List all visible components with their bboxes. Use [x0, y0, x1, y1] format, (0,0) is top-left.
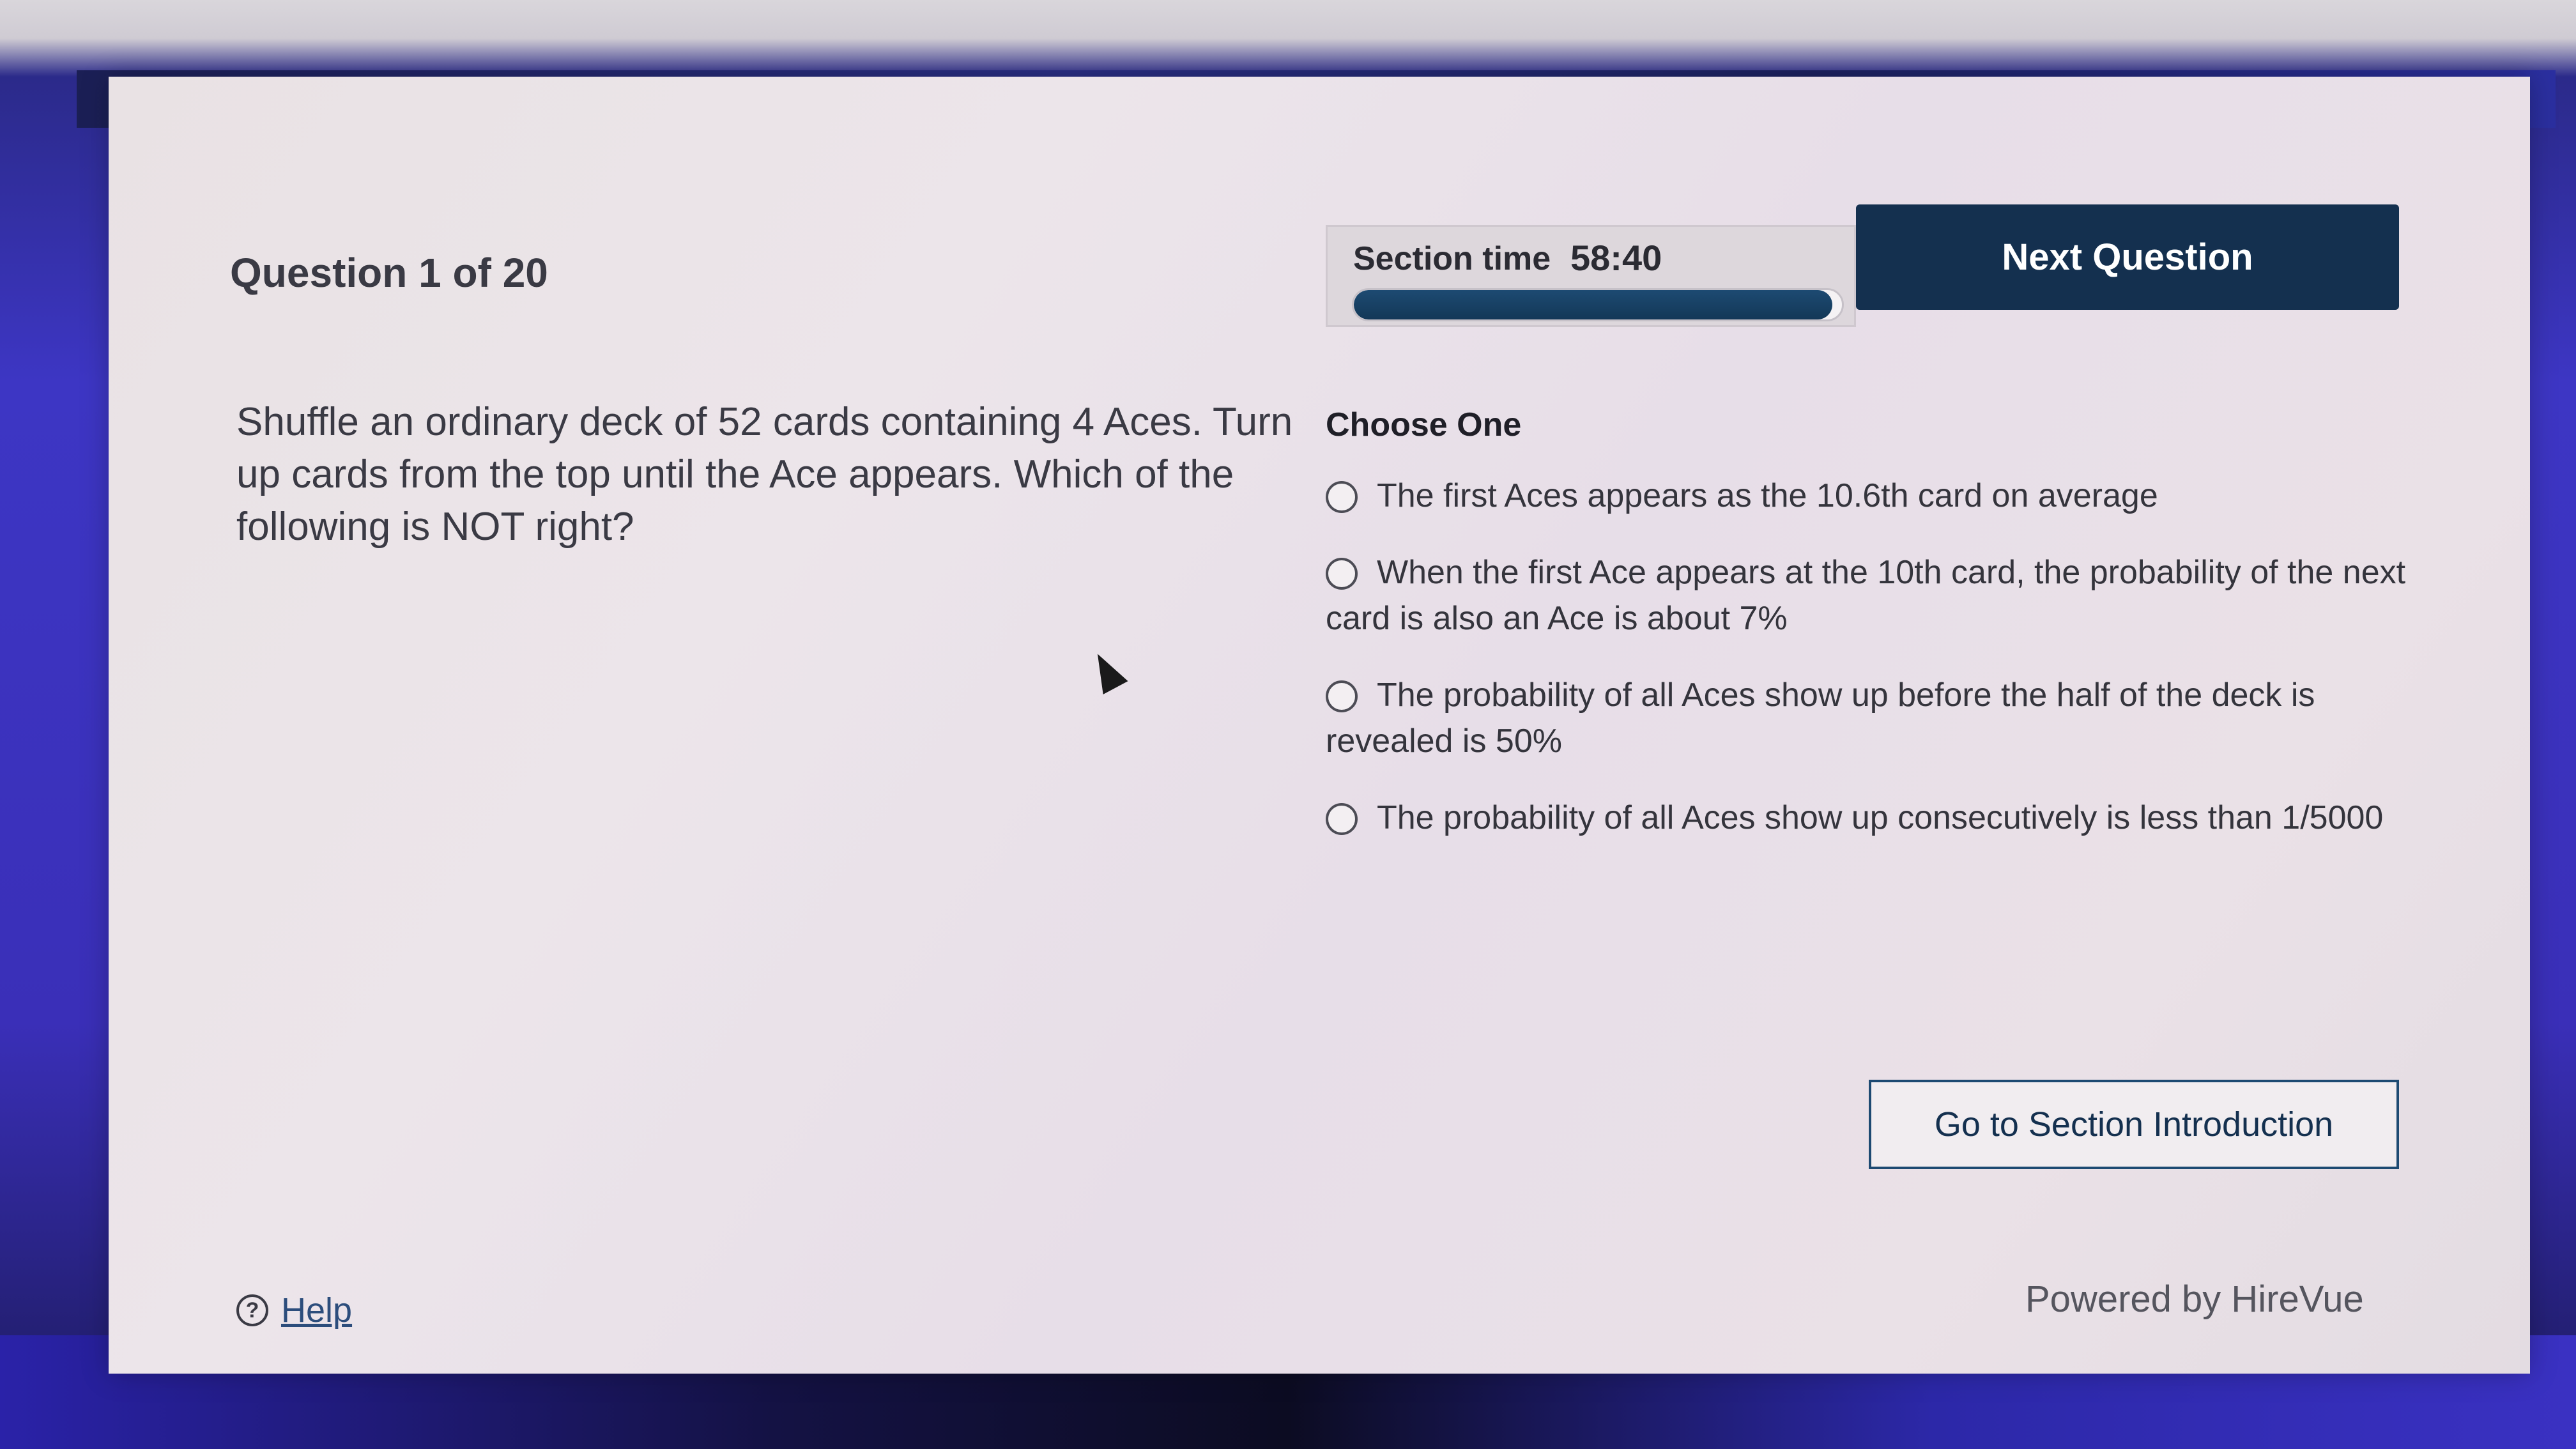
radio-button[interactable]: [1326, 803, 1358, 835]
answer-option[interactable]: The probability of all Aces show up befo…: [1326, 672, 2412, 764]
answer-option-label: The probability of all Aces show up befo…: [1326, 677, 2315, 760]
radio-button[interactable]: [1326, 481, 1358, 513]
timer-progress-bar: [1352, 288, 1844, 321]
timer-label: Section time: [1353, 240, 1551, 277]
choose-one-heading: Choose One: [1326, 406, 1522, 443]
answer-option[interactable]: The first Aces appears as the 10.6th car…: [1326, 473, 2412, 519]
question-counter: Question 1 of 20: [230, 250, 548, 296]
answer-option-label: The first Aces appears as the 10.6th car…: [1377, 477, 2158, 514]
help-link-container[interactable]: ? Help: [236, 1291, 352, 1330]
section-timer: Section time 58:40: [1326, 225, 1856, 327]
mouse-pointer-icon: [1085, 647, 1128, 694]
radio-button[interactable]: [1326, 680, 1358, 712]
answer-option[interactable]: The probability of all Aces show up cons…: [1326, 795, 2412, 841]
answer-option-label: The probability of all Aces show up cons…: [1377, 799, 2384, 836]
question-circle-icon[interactable]: ?: [236, 1294, 268, 1326]
answer-options: The first Aces appears as the 10.6th car…: [1326, 473, 2412, 871]
timer-value: 58:40: [1570, 238, 1662, 278]
question-text: Shuffle an ordinary deck of 52 cards con…: [236, 400, 1293, 549]
help-link[interactable]: Help: [281, 1291, 352, 1330]
next-question-button[interactable]: Next Question: [1856, 204, 2399, 310]
powered-by-label: Powered by HireVue: [2025, 1278, 2364, 1320]
radio-button[interactable]: [1326, 558, 1358, 590]
go-to-section-introduction-button[interactable]: Go to Section Introduction: [1869, 1080, 2399, 1169]
timer-progress-fill: [1354, 290, 1832, 319]
answer-option-label: When the first Ace appears at the 10th c…: [1326, 554, 2406, 637]
assessment-screen: Question 1 of 20 Section time 58:40 Next…: [109, 77, 2530, 1374]
answer-option[interactable]: When the first Ace appears at the 10th c…: [1326, 549, 2412, 641]
